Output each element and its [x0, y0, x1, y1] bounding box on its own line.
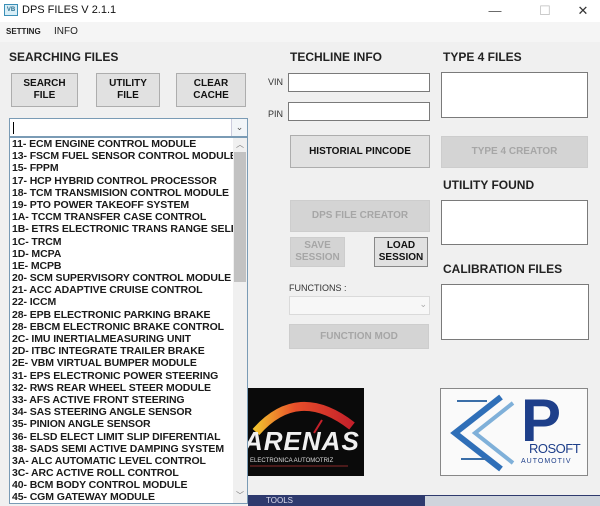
module-options: 11- ECM ENGINE CONTROL MODULE 13- FSCM FU…: [12, 138, 234, 503]
module-option[interactable]: 28- EPB ELECTRONIC PARKING BRAKE: [12, 309, 234, 321]
dropdown-scrollbar[interactable]: ︿ ﹀: [233, 138, 247, 503]
module-option[interactable]: 19- PTO POWER TAKEOFF SYSTEM: [12, 199, 234, 211]
functions-label: FUNCTIONS :: [289, 283, 347, 293]
close-button[interactable]: ✕: [563, 0, 600, 22]
utility-file-label: UTILITY FILE: [109, 78, 147, 101]
type4-files-box[interactable]: [441, 72, 588, 118]
load-session-label: LOAD SESSION: [378, 240, 424, 263]
module-option[interactable]: 21- ACC ADAPTIVE CRUISE CONTROL: [12, 284, 234, 296]
module-option[interactable]: 32- RWS REAR WHEEL STEER MODULE: [12, 382, 234, 394]
app-window: VB DPS FILES V 2.1.1 — ☐ ✕ SETTING INFO …: [0, 0, 600, 506]
module-option[interactable]: 1B- ETRS ELECTRONIC TRANS RANGE SELECTOR: [12, 223, 234, 235]
type4-creator-button[interactable]: TYPE 4 CREATOR: [441, 136, 588, 168]
module-option[interactable]: 13- FSCM FUEL SENSOR CONTROL MODULE: [12, 150, 234, 162]
taskbar-tray: [425, 496, 600, 506]
utility-found-heading: UTILITY FOUND: [443, 178, 535, 192]
functions-combobox[interactable]: ⌄: [289, 296, 430, 315]
module-option[interactable]: 40- BCM BODY CONTROL MODULE: [12, 479, 234, 491]
text-caret: [13, 122, 14, 134]
save-session-label: SAVE SESSION: [295, 240, 340, 263]
taskbar-tools[interactable]: TOOLS: [266, 496, 293, 505]
module-option[interactable]: 1C- TRCM: [12, 236, 234, 248]
calibration-files-heading: CALIBRATION FILES: [443, 262, 563, 276]
module-option[interactable]: 31- EPS ELECTRONIC POWER STEERING: [12, 370, 234, 382]
module-option[interactable]: 38- SADS SEMI ACTIVE DAMPING SYSTEM: [12, 443, 234, 455]
title-bar: VB DPS FILES V 2.1.1 — ☐ ✕: [0, 0, 600, 22]
save-session-button[interactable]: SAVE SESSION: [290, 237, 345, 267]
app-icon: VB: [4, 4, 18, 16]
module-option[interactable]: 28- EBCM ELECTRONIC BRAKE CONTROL: [12, 321, 234, 333]
module-option[interactable]: 36- ELSD ELECT LIMIT SLIP DIFERENTIAL: [12, 431, 234, 443]
vin-input[interactable]: [288, 73, 430, 92]
load-session-button[interactable]: LOAD SESSION: [374, 237, 428, 267]
module-option[interactable]: 1E- MCPB: [12, 260, 234, 272]
module-option[interactable]: 11- ECM ENGINE CONTROL MODULE: [12, 138, 234, 150]
module-option[interactable]: 2D- ITBC INTEGRATE TRAILER BRAKE: [12, 345, 234, 357]
module-option[interactable]: 18- TCM TRANSMISION CONTROL MODULE: [12, 187, 234, 199]
calibration-files-box[interactable]: [441, 284, 589, 340]
module-option[interactable]: 1D- MCPA: [12, 248, 234, 260]
utility-file-button[interactable]: UTILITY FILE: [96, 73, 160, 107]
prosoft-logo-tagline: AUTOMOTIV: [521, 458, 572, 465]
module-option[interactable]: 33- AFS ACTIVE FRONT STEERING: [12, 394, 234, 406]
module-option[interactable]: 2C- IMU INERTIALMEASURING UNIT: [12, 333, 234, 345]
window-title: DPS FILES V 2.1.1: [22, 4, 117, 16]
module-dropdown-list[interactable]: 11- ECM ENGINE CONTROL MODULE 13- FSCM FU…: [9, 137, 248, 504]
search-file-button[interactable]: SEARCH FILE: [11, 73, 78, 107]
menu-info[interactable]: INFO: [54, 26, 78, 37]
prosoft-logo: P ROSOFT AUTOMOTIV: [440, 388, 588, 476]
chevron-down-icon[interactable]: ⌄: [231, 119, 247, 136]
menu-bar: SETTING INFO: [0, 22, 600, 42]
pin-input[interactable]: [288, 102, 430, 121]
menu-setting[interactable]: SETTING: [6, 27, 41, 36]
module-option[interactable]: 1A- TCCM TRANSFER CASE CONTROL: [12, 211, 234, 223]
function-mod-button[interactable]: FUNCTION MOD: [289, 324, 429, 349]
type4-files-heading: TYPE 4 FILES: [443, 50, 522, 64]
module-option[interactable]: 45- CGM GATEWAY MODULE: [12, 491, 234, 503]
vin-label: VIN: [268, 77, 284, 87]
clear-cache-label: CLEAR CACHE: [193, 78, 229, 101]
maximize-button[interactable]: ☐: [525, 0, 565, 22]
scroll-thumb[interactable]: [234, 152, 246, 282]
module-option[interactable]: 17- HCP HYBRID CONTROL PROCESSOR: [12, 175, 234, 187]
searching-files-heading: SEARCHING FILES: [9, 50, 119, 64]
arenas-logo-tagline: ELECTRONICA AUTOMOTRIZ: [250, 458, 334, 464]
module-combobox[interactable]: ⌄: [9, 118, 248, 137]
prosoft-logo-name: ROSOFT: [529, 441, 581, 456]
scroll-up-icon[interactable]: ︿: [233, 138, 247, 152]
module-option[interactable]: 35- PINION ANGLE SENSOR: [12, 418, 234, 430]
utility-found-box[interactable]: [441, 200, 588, 245]
module-option[interactable]: 3C- ARC ACTIVE ROLL CONTROL: [12, 467, 234, 479]
module-option[interactable]: 3A- ALC AUTOMATIC LEVEL CONTROL: [12, 455, 234, 467]
historial-pincode-button[interactable]: HISTORIAL PINCODE: [290, 135, 430, 168]
arenas-logo: ARENAS ELECTRONICA AUTOMOTRIZ: [248, 388, 364, 476]
chevron-down-icon: ⌄: [419, 299, 427, 309]
dps-file-creator-button[interactable]: DPS FILE CREATOR: [290, 200, 430, 232]
pin-label: PIN: [268, 109, 284, 119]
module-option[interactable]: 20- SCM SUPERVISORY CONTROL MODULE: [12, 272, 234, 284]
arenas-logo-name: ARENAS: [248, 426, 360, 456]
module-option[interactable]: 15- FPPM: [12, 162, 234, 174]
search-file-label: SEARCH FILE: [23, 78, 66, 101]
module-option[interactable]: 22- ICCM: [12, 296, 234, 308]
scroll-down-icon[interactable]: ﹀: [233, 489, 247, 503]
module-option[interactable]: 2E- VBM VIRTUAL BUMPER MODULE: [12, 357, 234, 369]
module-option[interactable]: 34- SAS STEERING ANGLE SENSOR: [12, 406, 234, 418]
techline-info-heading: TECHLINE INFO: [290, 50, 382, 64]
clear-cache-button[interactable]: CLEAR CACHE: [176, 73, 246, 107]
minimize-button[interactable]: —: [475, 0, 515, 22]
